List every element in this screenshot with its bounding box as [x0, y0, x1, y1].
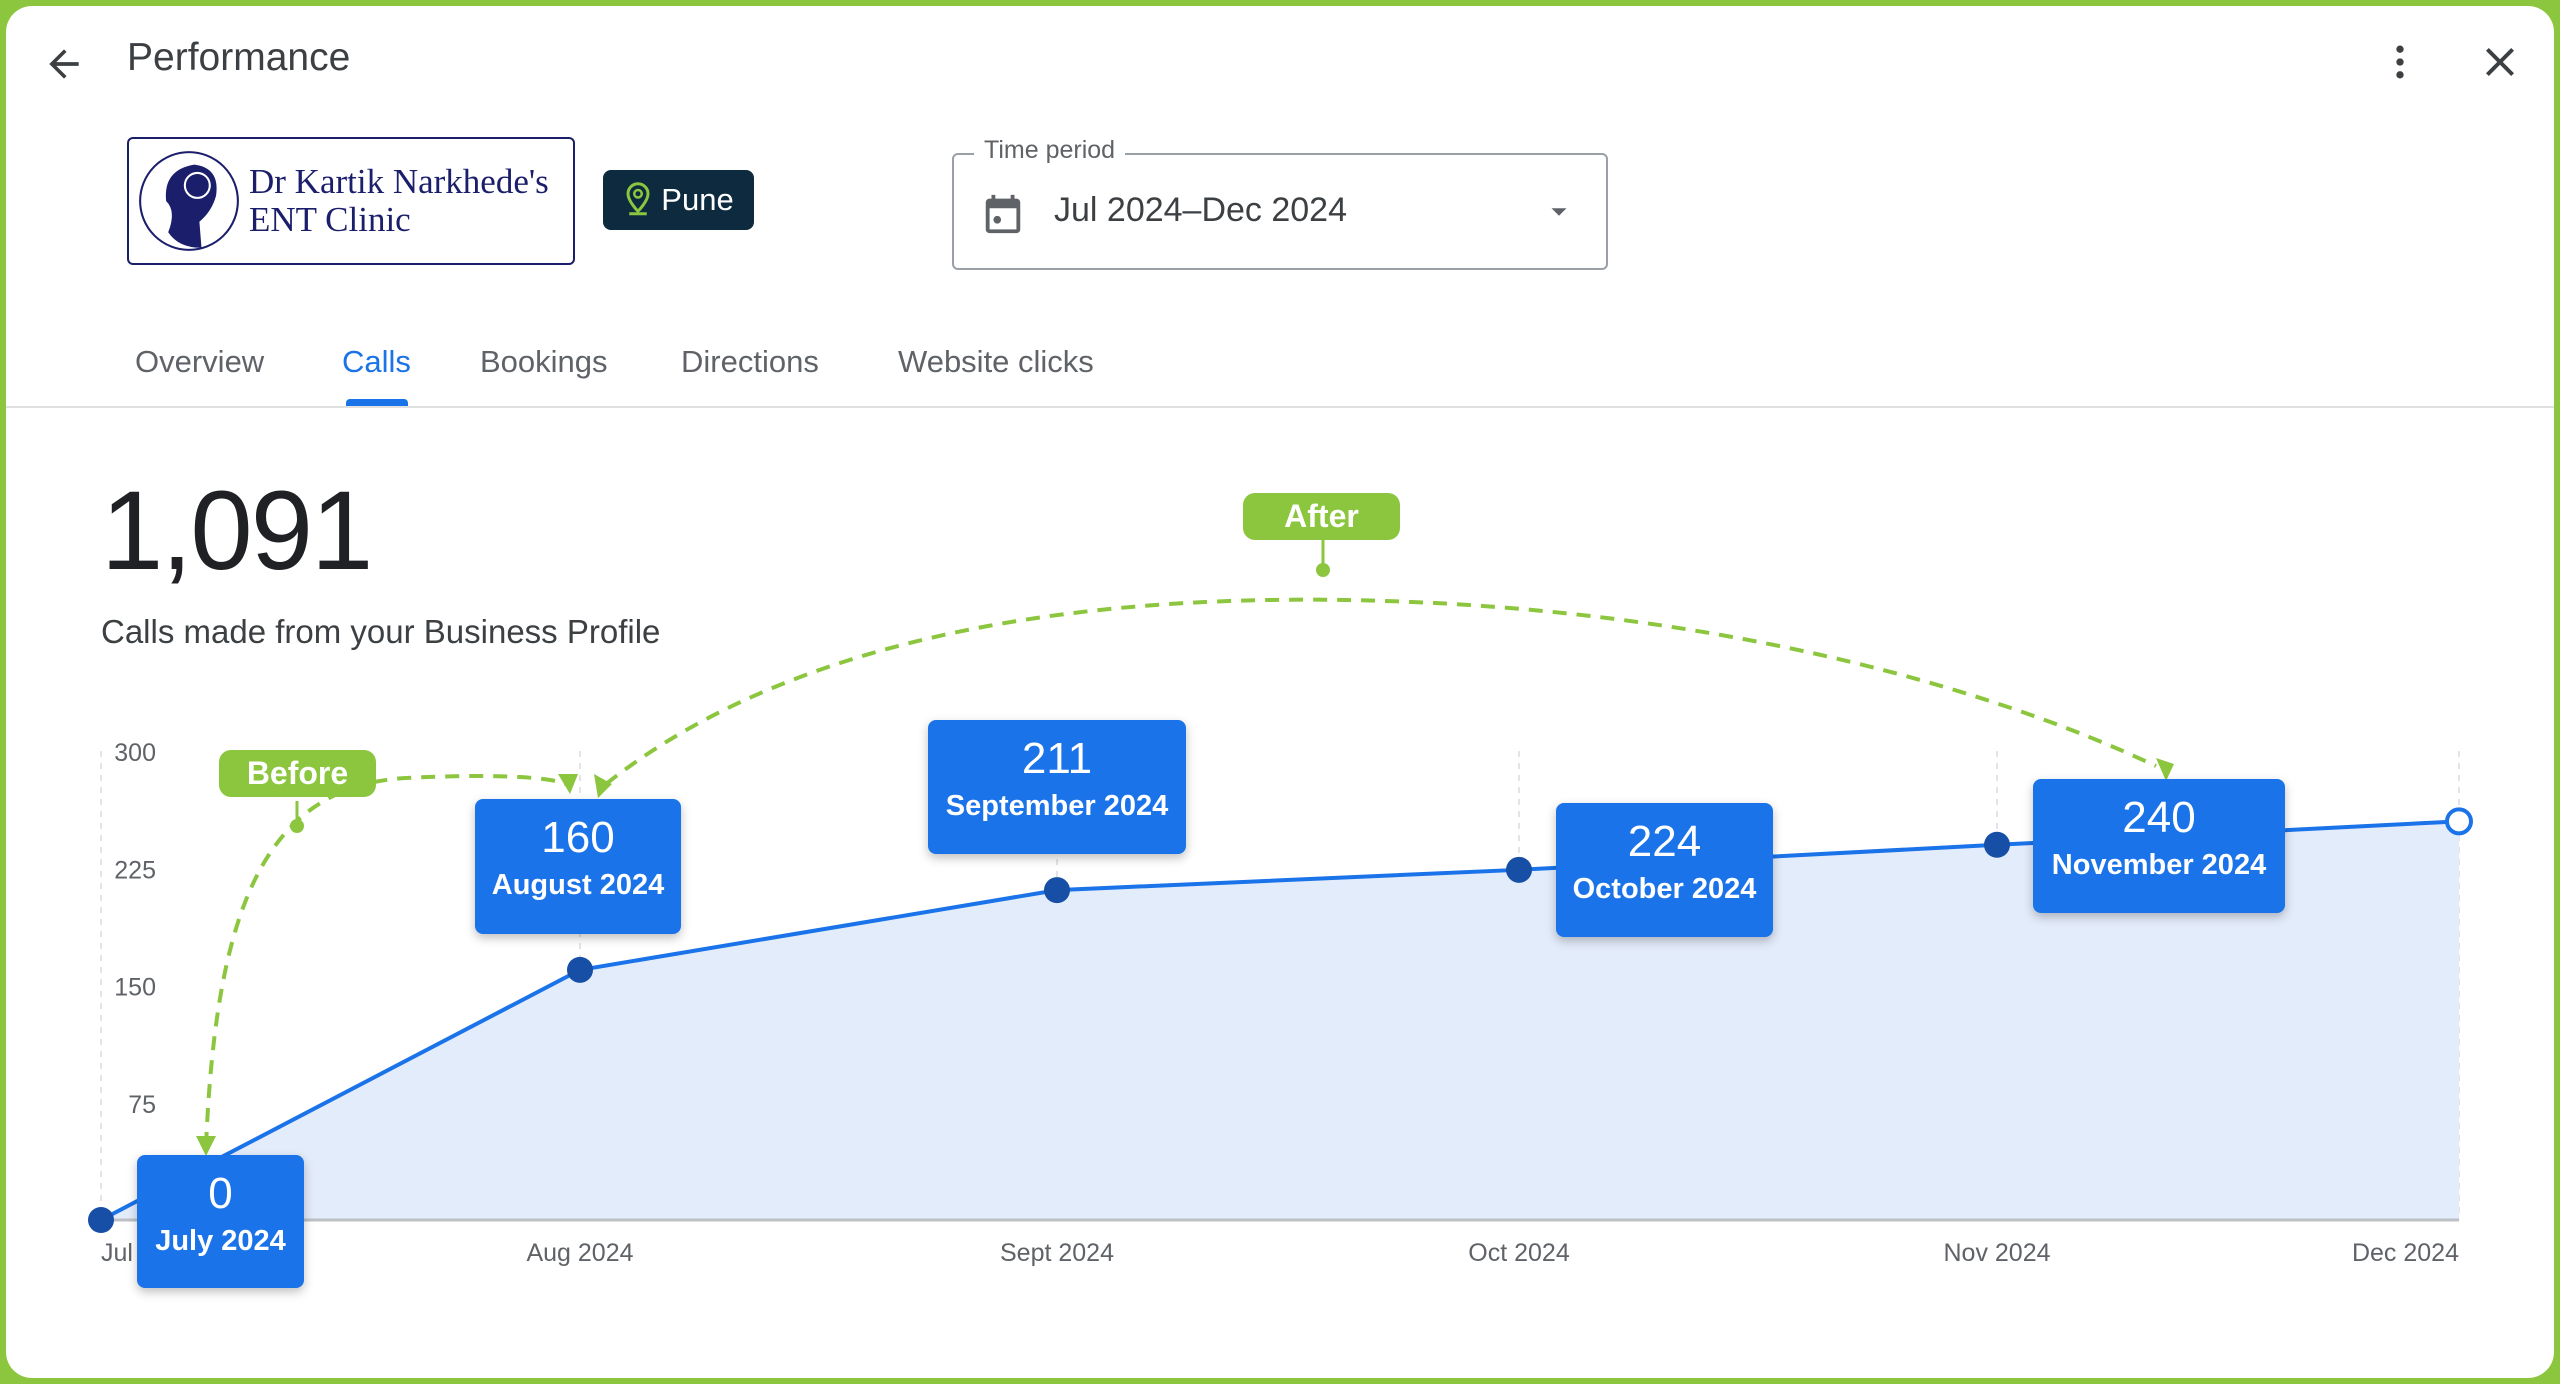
before-badge: Before: [219, 750, 376, 797]
arrowhead: [196, 1136, 216, 1156]
tooltip-month: October 2024: [1572, 873, 1757, 905]
data-point: [1506, 856, 1532, 883]
data-label-tooltip: 160 August 2024: [475, 799, 681, 934]
tooltip-value: 211: [1021, 734, 1093, 783]
tooltip-value: 0: [208, 1169, 233, 1218]
y-tick-label: 225: [114, 856, 156, 884]
y-tick-label: 150: [114, 974, 156, 1002]
data-point: [567, 956, 593, 983]
after-badge: After: [1243, 493, 1400, 540]
x-tick-label: Jul: [101, 1239, 133, 1267]
y-tick-label: 300: [114, 739, 156, 767]
tooltip-month: November 2024: [2051, 849, 2267, 881]
data-point-current: [2445, 807, 2473, 836]
arrowhead: [594, 774, 612, 798]
after-arrow-curve: [604, 597, 2157, 786]
x-tick-label: Nov 2024: [1943, 1239, 2050, 1267]
x-tick-label: Sept 2024: [1000, 1239, 1114, 1267]
tooltip-month: August 2024: [491, 869, 665, 901]
x-tick-label: Aug 2024: [526, 1239, 633, 1267]
data-point: [1044, 877, 1070, 904]
data-label-tooltip: 0 July 2024: [137, 1155, 304, 1288]
data-label-tooltip: 240 November 2024: [2033, 779, 2285, 913]
performance-panel: Performance Dr Kartik Narkhede's ENT Clin…: [6, 6, 2554, 1378]
before-pointer-dot: [290, 819, 304, 833]
data-point: [88, 1207, 114, 1233]
tooltip-month: September 2024: [945, 790, 1169, 822]
arrowhead: [558, 774, 578, 794]
x-tick-label: Dec 2024: [2352, 1239, 2459, 1267]
tooltip-value: 224: [1627, 817, 1702, 866]
tooltip-value: 160: [541, 813, 615, 862]
tooltip-month: July 2024: [155, 1225, 286, 1257]
data-label-tooltip: 211 September 2024: [928, 720, 1186, 854]
x-tick-label: Oct 2024: [1468, 1239, 1570, 1267]
data-label-tooltip: 224 October 2024: [1556, 803, 1773, 937]
tooltip-value: 240: [2122, 793, 2196, 842]
arrowhead: [2156, 758, 2174, 781]
after-pointer-dot: [1316, 563, 1330, 577]
calls-chart: 300 225 150 75 Jul Aug 2024 Sept 2024 Oct 2024 N…: [88, 539, 2473, 1267]
y-tick-label: 75: [128, 1091, 156, 1119]
data-point: [1984, 831, 2010, 858]
